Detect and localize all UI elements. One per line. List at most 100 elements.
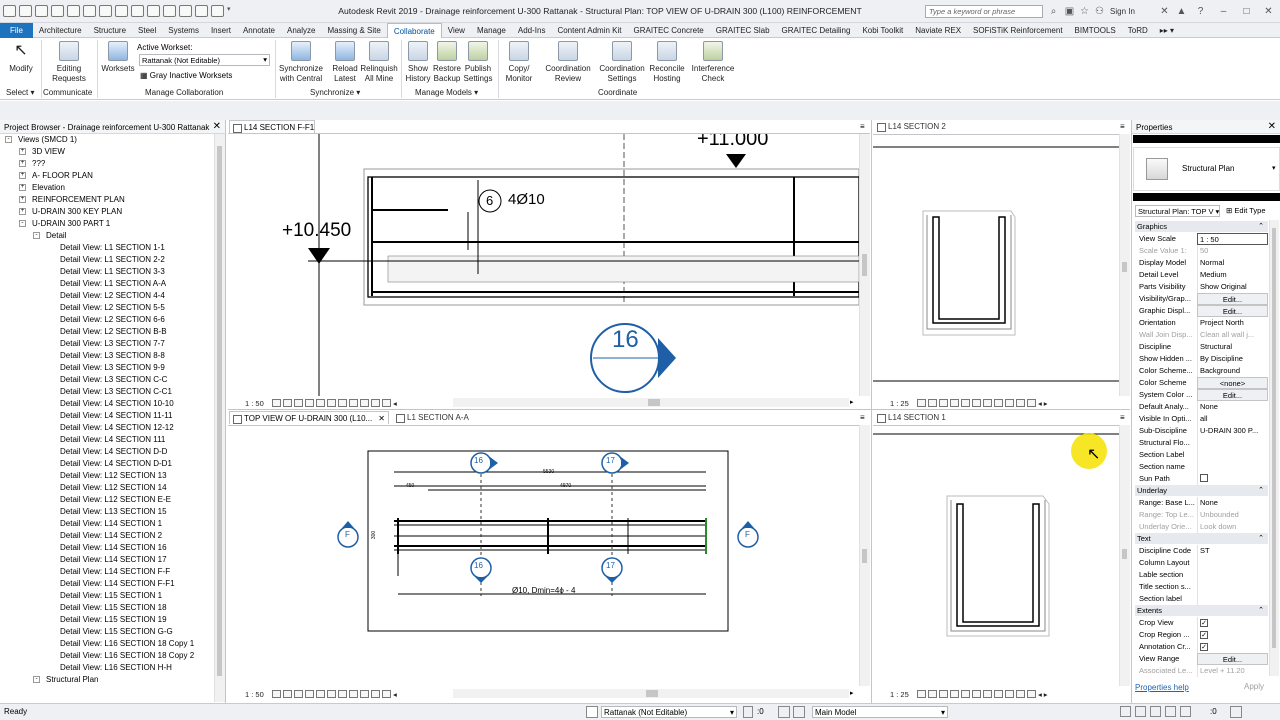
tab-add-ins[interactable]: Add-Ins	[512, 23, 552, 38]
tab-content-admin-kit[interactable]: Content Admin Kit	[551, 23, 627, 38]
reveal-hidden-icon[interactable]	[359, 690, 369, 698]
shadows-icon[interactable]	[949, 690, 959, 698]
browser-item[interactable]: Detail View: L4 SECTION 111	[0, 434, 212, 446]
browser-item[interactable]: Detail View: L4 SECTION 11-11	[0, 410, 212, 422]
sun-path-icon[interactable]	[293, 690, 303, 698]
properties-help-link[interactable]: Properties help	[1135, 683, 1189, 692]
restore-backup-button[interactable]: Restore Backup	[432, 41, 462, 83]
property-value[interactable]: Structural	[1197, 341, 1268, 353]
temp-hide-icon[interactable]	[993, 690, 1003, 698]
scrollbar-thumb[interactable]	[862, 549, 867, 563]
editing-requests-button[interactable]: Editing Requests	[48, 41, 90, 83]
browser-item[interactable]: Detail View: L14 SECTION F-F	[0, 566, 212, 578]
tab-l14-section-1[interactable]: L14 SECTION 1	[874, 411, 946, 424]
property-checkbox[interactable]: ✓	[1200, 619, 1208, 627]
browser-item[interactable]: Detail View: L1 SECTION 3-3	[0, 266, 212, 278]
lock-view-icon[interactable]	[982, 690, 992, 698]
qat-dropdown-icon[interactable]: ▾	[227, 5, 235, 17]
analytical-icon[interactable]	[370, 399, 380, 407]
save-icon[interactable]	[19, 5, 32, 17]
measure-icon[interactable]	[99, 5, 112, 17]
open-icon[interactable]	[3, 5, 16, 17]
active-workset-select[interactable]: Rattanak (Not Editable)	[139, 54, 270, 66]
browser-item[interactable]: Detail View: L4 SECTION 12-12	[0, 422, 212, 434]
view-section-2[interactable]	[873, 134, 1119, 396]
shadows-icon[interactable]	[304, 690, 314, 698]
property-edit-button[interactable]: Edit...	[1197, 653, 1268, 665]
property-edit-button[interactable]: Edit...	[1197, 305, 1268, 317]
tab-massing-site[interactable]: Massing & Site	[321, 23, 386, 38]
highlight-icon[interactable]	[381, 690, 391, 698]
interference-check-button[interactable]: Interference Check	[690, 41, 736, 83]
filter-icon[interactable]	[1230, 706, 1242, 718]
sun-path-icon[interactable]	[293, 399, 303, 407]
property-checkbox[interactable]: ✓	[1200, 643, 1208, 651]
tab-architecture[interactable]: Architecture	[33, 23, 88, 38]
property-value[interactable]	[1197, 557, 1268, 569]
browser-item[interactable]: Detail View: L12 SECTION 13	[0, 470, 212, 482]
view-scale[interactable]: 1 : 25	[890, 690, 909, 699]
tab-tord[interactable]: ToRD	[1122, 23, 1154, 38]
visual-style-icon[interactable]	[927, 399, 937, 407]
view1-vscrollbar[interactable]	[859, 134, 870, 396]
property-value[interactable]	[1197, 569, 1268, 581]
property-value[interactable]: ✓	[1197, 617, 1268, 629]
property-category[interactable]: Underlay	[1135, 485, 1268, 496]
select-links-icon[interactable]	[1120, 706, 1131, 717]
view-menu-icon[interactable]: ≡	[860, 122, 865, 131]
property-checkbox[interactable]	[1200, 474, 1208, 482]
scrollbar-thumb[interactable]	[646, 690, 658, 697]
property-value[interactable]: ST	[1197, 545, 1268, 557]
detail-level-icon[interactable]	[271, 399, 281, 407]
modify-button[interactable]: ↖ Modify	[6, 41, 36, 74]
expand-icon[interactable]: +	[19, 148, 26, 155]
relinquish-all-mine-button[interactable]: Relinquish All Mine	[360, 41, 398, 83]
crop-view-icon[interactable]	[960, 399, 970, 407]
tab-collaborate[interactable]: Collaborate	[386, 22, 442, 38]
select-pinned-icon[interactable]	[1150, 706, 1161, 717]
sign-in-link[interactable]: Sign In	[1110, 7, 1135, 16]
tab-l1-section-aa[interactable]: L1 SECTION A-A	[393, 411, 469, 424]
crop-view-icon[interactable]	[315, 399, 325, 407]
shadows-icon[interactable]	[304, 399, 314, 407]
property-category[interactable]: Extents	[1135, 605, 1268, 616]
view3-vscrollbar[interactable]	[859, 425, 870, 686]
apply-button[interactable]: Apply	[1232, 682, 1276, 694]
worksets-button[interactable]: Worksets	[100, 41, 136, 74]
redo-icon[interactable]	[67, 5, 80, 17]
gray-inactive-worksets-button[interactable]: ▦ Gray Inactive Worksets	[140, 71, 232, 80]
browser-item[interactable]: + U-DRAIN 300 KEY PLAN	[0, 206, 212, 218]
undo-icon[interactable]	[51, 5, 64, 17]
browser-item[interactable]: Detail View: L15 SECTION G-G	[0, 626, 212, 638]
scrollbar-thumb[interactable]	[1122, 262, 1127, 272]
edit-type-button[interactable]: ⊞ Edit Type	[1224, 205, 1278, 217]
browser-item[interactable]: Detail View: L2 SECTION 5-5	[0, 302, 212, 314]
reveal-hidden-icon[interactable]	[359, 399, 369, 407]
tabs-overflow-icon[interactable]: ▸▸ ▾	[1154, 23, 1180, 38]
expand-icon[interactable]: +	[19, 208, 26, 215]
browser-item[interactable]: Detail View: L3 SECTION C-C	[0, 374, 212, 386]
view-scale[interactable]: 1 : 50	[245, 399, 264, 408]
expand-icon[interactable]: +	[19, 172, 26, 179]
tab-manage[interactable]: Manage	[471, 23, 512, 38]
analytical-icon[interactable]	[1015, 690, 1025, 698]
search-input[interactable]: Type a keyword or phrase	[925, 5, 1043, 18]
type-selector[interactable]: Structural Plan ▾	[1133, 147, 1280, 191]
property-value[interactable]: None	[1197, 497, 1268, 509]
browser-item[interactable]: - Structural Plan	[0, 674, 212, 686]
lock-view-icon[interactable]	[337, 690, 347, 698]
temp-hide-icon[interactable]	[348, 399, 358, 407]
browser-item[interactable]: Detail View: L2 SECTION 4-4	[0, 290, 212, 302]
reveal-hidden-icon[interactable]	[1004, 690, 1014, 698]
close-icon[interactable]: ✕	[378, 412, 385, 425]
property-edit-button[interactable]: <none>	[1197, 377, 1268, 389]
minimize-icon[interactable]: –	[1217, 5, 1230, 18]
scroll-right-icon[interactable]: ▸	[1044, 690, 1048, 699]
user-icon[interactable]: ⚇	[1093, 5, 1106, 18]
property-edit-button[interactable]: Edit...	[1197, 389, 1268, 401]
browser-item[interactable]: Detail View: L12 SECTION E-E	[0, 494, 212, 506]
scrollbar-thumb[interactable]	[1122, 549, 1127, 559]
design-options-icon[interactable]	[778, 706, 790, 718]
favorites-icon[interactable]: ☆	[1078, 5, 1091, 18]
property-value[interactable]: Project North	[1197, 317, 1268, 329]
